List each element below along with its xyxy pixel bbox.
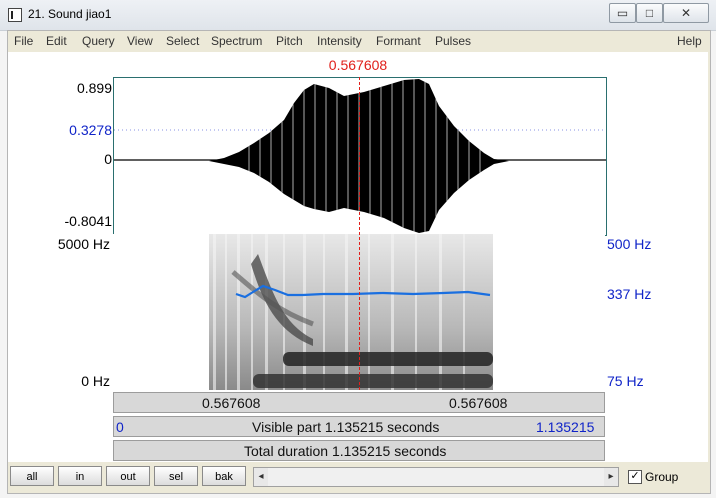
visible-end-time: 1.135215: [536, 419, 595, 435]
pitch-max-label: 500 Hz: [607, 236, 652, 252]
zoom-in-button[interactable]: in: [58, 466, 102, 486]
spectrogram-max-frequency-label: 5000 Hz: [57, 236, 110, 252]
menu-query[interactable]: Query: [82, 34, 115, 48]
group-checkbox[interactable]: ✓: [628, 470, 642, 484]
waveform-selected-level-label: 0.3278: [69, 122, 112, 138]
menu-intensity[interactable]: Intensity: [317, 34, 362, 48]
menu-file[interactable]: File: [14, 34, 33, 48]
spectrogram-min-frequency-label: 0 Hz: [81, 373, 110, 389]
total-duration-label: Total duration 1.135215 seconds: [244, 443, 447, 459]
horizontal-scrollbar[interactable]: ◂ ▸: [253, 467, 619, 487]
formant-band-0: [253, 374, 493, 388]
menu-pitch[interactable]: Pitch: [276, 34, 303, 48]
cursor-time-bar[interactable]: 0.567608 0.567608: [113, 392, 605, 413]
scroll-left-icon[interactable]: ◂: [254, 468, 268, 486]
waveform-plot: [114, 79, 606, 233]
menu-edit[interactable]: Edit: [46, 34, 67, 48]
menu-select[interactable]: Select: [166, 34, 199, 48]
visible-part-bar[interactable]: 0 Visible part 1.135215 seconds 1.135215: [113, 416, 605, 437]
menu-formant[interactable]: Formant: [376, 34, 421, 48]
cursor-line: [359, 77, 360, 390]
time-before-cursor: 0.567608: [202, 395, 261, 411]
zoom-selection-button[interactable]: sel: [154, 466, 198, 486]
zoom-back-button[interactable]: bak: [202, 466, 246, 486]
menu-spectrum[interactable]: Spectrum: [211, 34, 262, 48]
minimize-button[interactable]: ▭: [609, 3, 636, 23]
waveform-max-label: 0.899: [76, 80, 112, 96]
time-after-cursor: 0.567608: [449, 395, 508, 411]
zoom-out-button[interactable]: out: [106, 466, 150, 486]
waveform-panel[interactable]: [113, 77, 607, 236]
title-bar: 21. Sound jiao1 ▭ □ ✕: [0, 0, 716, 31]
visible-part-label: Visible part 1.135215 seconds: [252, 419, 440, 435]
menu-view[interactable]: View: [127, 34, 153, 48]
total-duration-bar[interactable]: Total duration 1.135215 seconds: [113, 440, 605, 461]
pitch-current-label: 337 Hz: [607, 286, 652, 302]
zoom-all-button[interactable]: all: [10, 466, 54, 486]
scroll-right-icon[interactable]: ▸: [604, 468, 618, 486]
group-label: Group: [645, 470, 679, 484]
maximize-button[interactable]: □: [636, 3, 663, 23]
window-title: 21. Sound jiao1: [28, 7, 112, 21]
menu-pulses[interactable]: Pulses: [435, 34, 471, 48]
cursor-time-label: 0.567608: [328, 57, 388, 73]
waveform-min-label: -0.8041: [64, 213, 112, 229]
waveform-zero-label: 0: [104, 151, 112, 167]
menu-help[interactable]: Help: [677, 34, 702, 48]
app-icon: [8, 8, 22, 22]
menu-bar: File Edit Query View Select Spectrum Pit…: [8, 31, 708, 51]
pitch-min-label: 75 Hz: [607, 373, 644, 389]
close-button[interactable]: ✕: [663, 3, 709, 23]
formant-band-1: [283, 352, 493, 366]
visible-start-time: 0: [116, 419, 124, 435]
